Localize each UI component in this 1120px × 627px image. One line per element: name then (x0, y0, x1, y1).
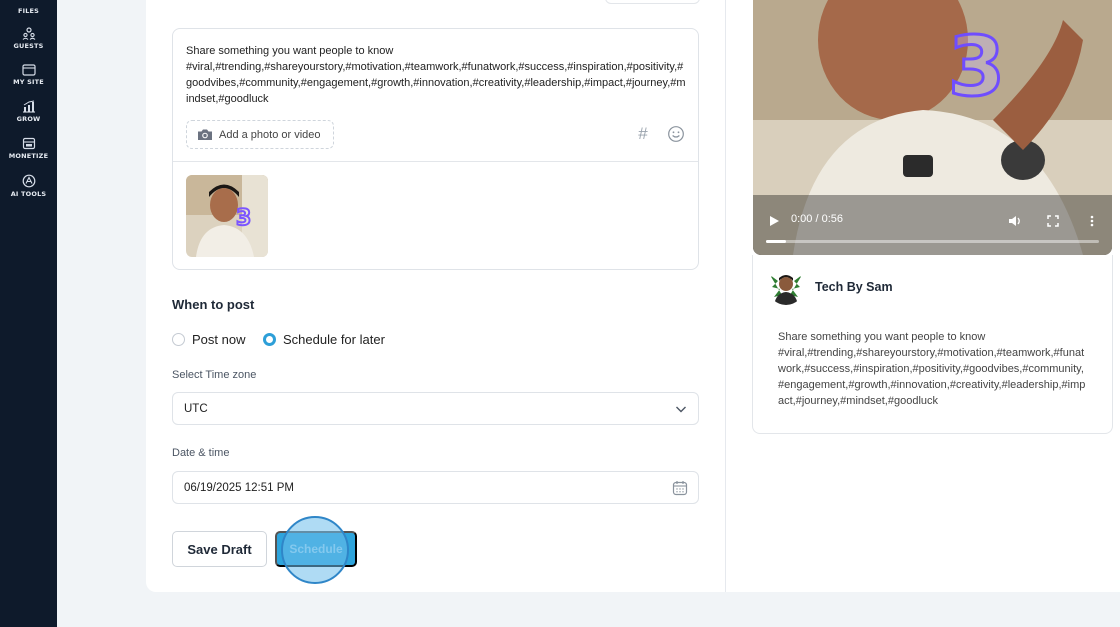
preview-hashtags: #viral,#trending,#shareyourstory,#motiva… (778, 347, 1086, 407)
monetize-icon (22, 137, 35, 150)
post-text-input[interactable]: Share something you want people to know … (186, 43, 686, 107)
video-overlay-number: 3 (946, 19, 1006, 117)
video-progress-fill (766, 240, 786, 243)
post-text-line: Share something you want people to know (186, 45, 394, 57)
sidebar-item-files[interactable]: FILES (0, 0, 57, 15)
sidebar-item-monetize[interactable]: MONETIZE (0, 137, 57, 160)
timezone-select[interactable]: UTC (172, 392, 699, 425)
post-composer[interactable]: Share something you want people to know … (172, 28, 699, 270)
video-time: 0:00 / 0:56 (791, 213, 843, 225)
attached-video-thumbnail[interactable]: 3 (186, 175, 268, 257)
schedule-later-option[interactable]: Schedule for later (263, 332, 385, 347)
sidebar-item-label: AI TOOLS (10, 190, 47, 198)
add-media-button[interactable]: Add a photo or video (186, 120, 334, 149)
my-site-icon (21, 64, 36, 76)
sidebar: FILES GUESTS MY SITE GROW MONETIZE AI TO… (0, 0, 57, 627)
guests-icon (22, 27, 35, 40)
hashtag-icon[interactable]: # (634, 125, 652, 143)
save-draft-button[interactable]: Save Draft (172, 531, 267, 567)
schedule-later-label: Schedule for later (283, 332, 385, 347)
post-hashtags: #viral,#trending,#shareyourstory,#motiva… (186, 61, 686, 105)
fullscreen-icon[interactable] (1047, 215, 1059, 227)
grow-icon (22, 100, 35, 113)
sidebar-item-grow[interactable]: GROW (0, 100, 57, 123)
post-now-radio[interactable] (172, 333, 185, 346)
sidebar-item-label: GUESTS (13, 42, 44, 50)
datetime-input[interactable]: 06/19/2025 12:51 PM (172, 471, 699, 504)
timezone-value: UTC (184, 402, 208, 415)
datetime-value: 06/19/2025 12:51 PM (184, 481, 294, 494)
sidebar-item-ai-tools[interactable]: AI TOOLS (0, 174, 57, 198)
post-now-option[interactable]: Post now (172, 332, 245, 347)
video-controls: 0:00 / 0:56 (753, 205, 1112, 255)
svg-text:3: 3 (236, 206, 251, 231)
when-to-post-title: When to post (172, 297, 255, 312)
post-now-label: Post now (192, 332, 246, 347)
ai-tools-icon (22, 174, 35, 188)
sidebar-item-label: MONETIZE (8, 152, 49, 160)
camera-icon (198, 129, 212, 140)
more-options-icon[interactable] (1090, 215, 1094, 227)
chevron-down-icon (676, 406, 686, 413)
avatar (768, 269, 804, 305)
sidebar-item-label: MY SITE (13, 78, 44, 86)
timezone-label: Select Time zone (172, 369, 257, 381)
play-icon[interactable] (768, 215, 780, 227)
volume-icon[interactable] (1008, 215, 1022, 227)
schedule-button[interactable]: Schedule (275, 531, 357, 567)
preview-text-line: Share something you want people to know (778, 331, 986, 343)
calendar-icon[interactable] (672, 480, 688, 496)
datetime-label: Date & time (172, 447, 230, 459)
video-player[interactable]: 3 0:00 / 0:56 (753, 0, 1112, 255)
top-dropdown[interactable] (605, 0, 700, 4)
add-media-label: Add a photo or video (219, 128, 321, 141)
sidebar-item-label: FILES (17, 7, 40, 15)
author-name: Tech By Sam (815, 280, 893, 294)
sidebar-item-guests[interactable]: GUESTS (0, 27, 57, 50)
post-preview-card: Tech By Sam Share something you want peo… (752, 255, 1113, 434)
preview-text: Share something you want people to know … (778, 329, 1088, 409)
sidebar-item-my-site[interactable]: MY SITE (0, 64, 57, 86)
composer-divider (173, 161, 698, 162)
sidebar-item-label: GROW (16, 115, 41, 123)
schedule-later-radio[interactable] (263, 333, 276, 346)
video-progress-bar[interactable] (766, 240, 1099, 243)
emoji-icon[interactable] (667, 125, 685, 143)
